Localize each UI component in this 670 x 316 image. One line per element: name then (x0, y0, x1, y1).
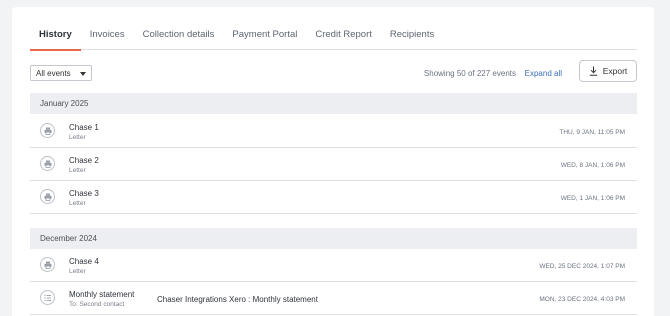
group-header-january-2025: January 2025 (30, 93, 637, 114)
caret-down-icon (80, 72, 86, 76)
tab-collection-details[interactable]: Collection details (134, 7, 224, 50)
event-date: WED, 8 JAN, 1:06 PM (560, 162, 625, 169)
event-subtitle: Letter (69, 268, 86, 275)
printer-icon (40, 156, 55, 171)
export-label: Export (602, 66, 628, 76)
event-filter-value: All events (36, 69, 71, 78)
tab-recipients[interactable]: Recipients (381, 7, 443, 50)
event-title: Monthly statement (69, 290, 135, 299)
tab-payment-portal[interactable]: Payment Portal (223, 7, 306, 50)
event-row[interactable]: Chase 2 Letter WED, 8 JAN, 1:06 PM (30, 148, 637, 181)
event-date: MON, 23 DEC 2024, 4:03 PM (539, 296, 625, 303)
event-subtitle: Letter (69, 134, 86, 141)
history-panel: History Invoices Collection details Paym… (12, 7, 654, 316)
download-icon (589, 66, 598, 76)
printer-icon (40, 189, 55, 204)
history-toolbar: All events Showing 50 of 227 events Expa… (30, 60, 637, 87)
event-subtitle: To: Second contact (69, 301, 125, 308)
event-date: THU, 9 JAN, 11:05 PM (559, 129, 625, 136)
printer-icon (40, 123, 55, 138)
tab-history[interactable]: History (30, 7, 81, 51)
tab-bar: History Invoices Collection details Paym… (30, 7, 637, 51)
showing-count: Showing 50 of 227 events (423, 69, 516, 78)
event-row[interactable]: Chase 1 Letter THU, 9 JAN, 11:05 PM (30, 115, 637, 148)
export-button[interactable]: Export (579, 60, 637, 82)
event-title: Chase 1 (69, 123, 99, 132)
event-subtitle: Letter (69, 200, 86, 207)
expand-all-link[interactable]: Expand all (525, 69, 562, 78)
tab-invoices[interactable]: Invoices (81, 7, 134, 50)
event-description: Chaser Integrations Xero : Monthly state… (157, 295, 318, 304)
event-title: Chase 2 (69, 156, 99, 165)
list-icon (40, 290, 55, 305)
event-date: WED, 25 DEC 2024, 1:07 PM (539, 263, 625, 270)
event-subtitle: Letter (69, 167, 86, 174)
event-row[interactable]: Chase 3 Letter WED, 1 JAN, 1:06 PM (30, 181, 637, 214)
event-date: WED, 1 JAN, 1:06 PM (560, 195, 625, 202)
event-title: Chase 4 (69, 257, 99, 266)
event-row[interactable]: Chase 4 Letter WED, 25 DEC 2024, 1:07 PM (30, 249, 637, 282)
tab-credit-report[interactable]: Credit Report (306, 7, 381, 50)
group-header-december-2024: December 2024 (30, 228, 637, 249)
event-title: Chase 3 (69, 189, 99, 198)
event-row[interactable]: Monthly statement To: Second contact Cha… (30, 282, 637, 315)
printer-icon (40, 257, 55, 272)
event-filter-select[interactable]: All events (30, 65, 92, 81)
